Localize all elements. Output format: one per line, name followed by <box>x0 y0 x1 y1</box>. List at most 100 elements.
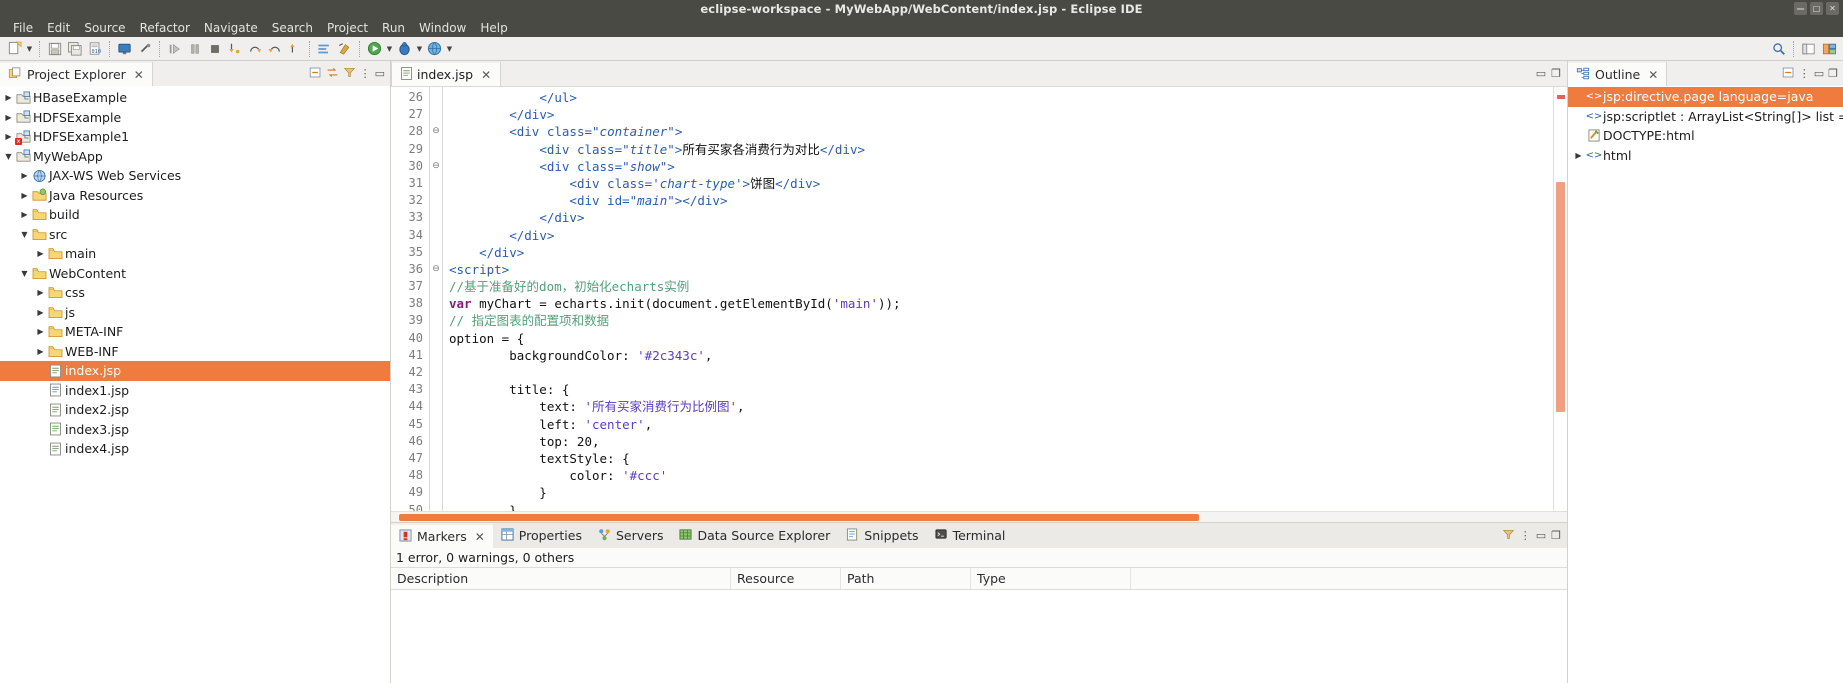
menu-edit[interactable]: Edit <box>40 20 77 36</box>
fold-toggle-icon[interactable]: ⊖ <box>430 123 442 140</box>
code-line[interactable]: <div class="show"> <box>449 158 1553 175</box>
link-with-editor-icon[interactable] <box>326 66 339 82</box>
bottom-tab-data-source-explorer[interactable]: Data Source Explorer <box>671 523 838 548</box>
menu-window[interactable]: Window <box>412 20 473 36</box>
code-line[interactable]: top: 20, <box>449 433 1553 450</box>
new-wizard-dropdown-icon[interactable]: ▼ <box>25 39 34 58</box>
ruler-scroll-thumb[interactable] <box>1556 182 1565 412</box>
tree-item[interactable]: index2.jsp <box>0 400 390 420</box>
menu-project[interactable]: Project <box>320 20 375 36</box>
code-line[interactable]: textStyle: { <box>449 450 1553 467</box>
source-text[interactable]: </ul> </div> <div class="container"> <di… <box>449 87 1553 511</box>
code-line[interactable]: color: '#ccc' <box>449 467 1553 484</box>
tree-item[interactable]: index3.jsp <box>0 420 390 440</box>
menu-navigate[interactable]: Navigate <box>197 20 265 36</box>
code-line[interactable]: }, <box>449 502 1553 512</box>
save-icon[interactable] <box>45 39 64 58</box>
markers-table-body[interactable] <box>391 590 1567 683</box>
debug-dropdown-icon[interactable]: ▼ <box>415 39 424 58</box>
outline-item-selected[interactable]: <> jsp:directive.page language=java <box>1568 87 1843 107</box>
close-icon[interactable]: ✕ <box>134 68 144 82</box>
code-line[interactable]: <div class="container"> <box>449 123 1553 140</box>
menu-run[interactable]: Run <box>375 20 412 36</box>
tree-item[interactable]: ▶ META-INF <box>0 322 390 342</box>
expand-arrow-icon[interactable]: ▶ <box>34 347 47 356</box>
menu-source[interactable]: Source <box>77 20 132 36</box>
debug-icon[interactable] <box>395 39 414 58</box>
tree-item[interactable]: ▶ WEB-INF <box>0 342 390 362</box>
console-icon[interactable] <box>115 39 134 58</box>
step-over-icon[interactable] <box>245 39 264 58</box>
column-header[interactable]: Type <box>971 568 1131 589</box>
step-into-icon[interactable] <box>225 39 244 58</box>
close-icon[interactable]: ✕ <box>481 68 491 82</box>
tree-item[interactable]: ▶ main <box>0 244 390 264</box>
column-header[interactable]: Path <box>841 568 971 589</box>
step-icon[interactable] <box>165 39 184 58</box>
maximize-view-icon[interactable]: ❐ <box>1828 67 1838 80</box>
fold-toggle-icon[interactable]: ⊖ <box>430 158 442 175</box>
close-icon[interactable]: ✕ <box>1648 68 1658 82</box>
menu-help[interactable]: Help <box>473 20 514 36</box>
code-line[interactable]: <script> <box>449 261 1553 278</box>
code-line[interactable]: option = { <box>449 330 1553 347</box>
save-all-icon[interactable] <box>65 39 84 58</box>
run-dropdown-icon[interactable]: ▼ <box>385 39 394 58</box>
tab-outline[interactable]: Outline ✕ <box>1568 61 1668 86</box>
outline-tree[interactable]: <> jsp:directive.page language=java <> jsp:… <box>1568 86 1843 683</box>
collapse-arrow-icon[interactable]: ▼ <box>18 230 31 239</box>
stop-icon[interactable] <box>205 39 224 58</box>
view-menu-icon[interactable]: ⋮ <box>1520 529 1531 542</box>
view-filter-icon[interactable] <box>343 66 356 82</box>
run-icon[interactable] <box>365 39 384 58</box>
expand-arrow-icon[interactable]: ▶ <box>34 327 47 336</box>
horizontal-scrollbar[interactable] <box>391 511 1567 522</box>
expand-arrow-icon[interactable]: ▶ <box>2 113 15 122</box>
maximize-editor-icon[interactable]: ❐ <box>1551 67 1561 80</box>
code-line[interactable]: //基于准备好的dom，初始化echarts实例 <box>449 278 1553 295</box>
step-return-icon[interactable] <box>265 39 284 58</box>
resume-icon[interactable] <box>285 39 304 58</box>
outline-item[interactable]: ▶ <> html <box>1568 146 1843 166</box>
collapse-all-icon[interactable] <box>1782 66 1795 82</box>
expand-arrow-icon[interactable]: ▶ <box>18 191 31 200</box>
server-dropdown-icon[interactable]: ▼ <box>445 39 454 58</box>
filter-icon[interactable] <box>1502 528 1515 544</box>
minimize-view-icon[interactable]: ▭ <box>1536 529 1546 542</box>
expand-arrow-icon[interactable]: ▶ <box>18 171 31 180</box>
tree-item[interactable]: ▶ build <box>0 205 390 225</box>
collapse-arrow-icon[interactable]: ▼ <box>18 269 31 278</box>
overview-ruler[interactable] <box>1553 87 1567 511</box>
link-icon[interactable] <box>135 39 154 58</box>
tree-item[interactable]: ▶ HBaseExample <box>0 88 390 108</box>
expand-arrow-icon[interactable]: ▶ <box>2 93 15 102</box>
pause-icon[interactable] <box>185 39 204 58</box>
code-line[interactable]: // 指定图表的配置项和数据 <box>449 312 1553 329</box>
expand-arrow-icon[interactable]: ▶ <box>34 249 47 258</box>
bottom-tab-terminal[interactable]: Terminal <box>927 523 1014 548</box>
tree-item[interactable]: ▶ HDFSExample <box>0 108 390 128</box>
menu-refactor[interactable]: Refactor <box>133 20 197 36</box>
tab-project-explorer[interactable]: Project Explorer ✕ <box>0 61 153 86</box>
tree-item[interactable]: index4.jsp <box>0 439 390 459</box>
code-line[interactable]: } <box>449 484 1553 501</box>
column-header[interactable]: Description <box>391 568 731 589</box>
close-button[interactable]: ✕ <box>1826 2 1839 15</box>
deploy-icon[interactable] <box>335 39 354 58</box>
code-line[interactable]: title: { <box>449 381 1553 398</box>
layout-icon[interactable] <box>315 39 334 58</box>
tree-item[interactable]: ▶ js <box>0 303 390 323</box>
column-header[interactable]: Resource <box>731 568 841 589</box>
close-icon[interactable]: ✕ <box>475 530 485 544</box>
maximize-view-icon[interactable]: ❐ <box>1551 529 1561 542</box>
code-line[interactable]: </div> <box>449 244 1553 261</box>
new-wizard-icon[interactable] <box>5 39 24 58</box>
expand-arrow-icon[interactable]: ▶ <box>34 308 47 317</box>
code-line[interactable]: backgroundColor: '#2c343c', <box>449 347 1553 364</box>
menu-search[interactable]: Search <box>265 20 320 36</box>
expand-arrow-icon[interactable]: ▶ <box>34 288 47 297</box>
minimize-button[interactable]: — <box>1794 2 1807 15</box>
print-icon[interactable]: 010 <box>85 39 104 58</box>
tree-item[interactable]: ▶ Java Resources <box>0 186 390 206</box>
minimize-editor-icon[interactable]: ▭ <box>1536 67 1546 80</box>
